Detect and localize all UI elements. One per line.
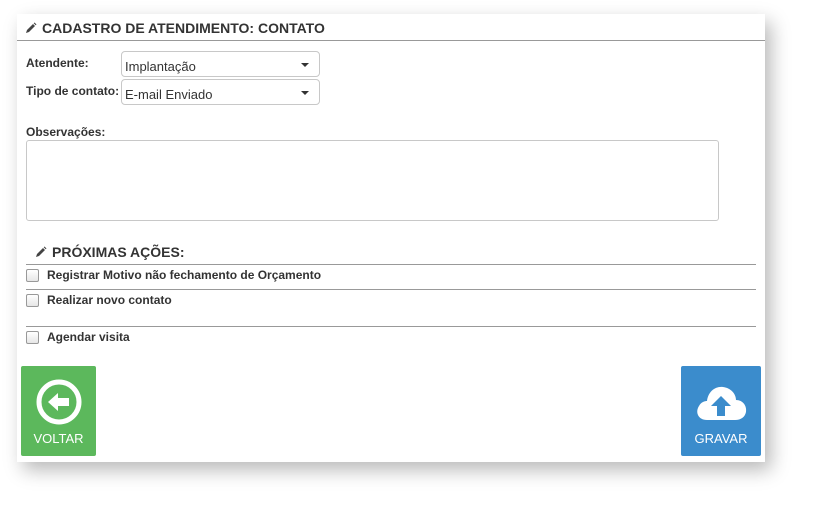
gravar-label: GRAVAR: [694, 431, 748, 446]
arrow-left-circle-icon: [36, 379, 82, 425]
checkbox[interactable]: [26, 268, 39, 282]
action-item-novo-contato[interactable]: Realizar novo contato: [26, 293, 172, 307]
voltar-button[interactable]: VOLTAR: [21, 366, 96, 456]
gravar-button[interactable]: GRAVAR: [681, 366, 761, 456]
observacoes-label: Observações:: [26, 125, 106, 139]
observacoes-textarea[interactable]: [26, 140, 719, 221]
tipo-contato-select[interactable]: E-mail Enviado: [121, 79, 320, 105]
checkbox[interactable]: [26, 293, 39, 307]
section-divider: [26, 264, 756, 265]
form-panel: CADASTRO DE ATENDIMENTO: CONTATO Atenden…: [17, 14, 765, 462]
item-divider: [26, 326, 756, 327]
tipo-contato-label: Tipo de contato:: [26, 84, 120, 98]
atendente-select[interactable]: Implantação: [121, 51, 320, 77]
page-title: CADASTRO DE ATENDIMENTO: CONTATO: [42, 20, 325, 36]
cloud-upload-icon: [697, 386, 747, 420]
action-item-label: Registrar Motivo não fechamento de Orçam…: [47, 268, 322, 282]
item-divider: [26, 289, 756, 290]
action-item-registrar-motivo[interactable]: Registrar Motivo não fechamento de Orçam…: [26, 268, 321, 282]
tipo-contato-value: E-mail Enviado: [125, 87, 213, 102]
pencil-icon: [26, 22, 37, 33]
header-divider: [17, 40, 765, 41]
proximas-acoes-title: PRÓXIMAS AÇÕES:: [52, 244, 185, 260]
action-item-label: Realizar novo contato: [47, 293, 172, 307]
panel-header: CADASTRO DE ATENDIMENTO: CONTATO: [25, 20, 325, 36]
pencil-icon: [36, 246, 47, 257]
atendente-label: Atendente:: [26, 56, 89, 70]
voltar-label: VOLTAR: [33, 431, 84, 446]
checkbox[interactable]: [26, 330, 39, 344]
action-item-agendar-visita[interactable]: Agendar visita: [26, 330, 130, 344]
action-item-label: Agendar visita: [47, 330, 130, 344]
proximas-acoes-header: PRÓXIMAS AÇÕES:: [35, 244, 185, 260]
chevron-down-icon: [301, 91, 309, 95]
chevron-down-icon: [301, 63, 309, 67]
atendente-value: Implantação: [125, 59, 196, 74]
